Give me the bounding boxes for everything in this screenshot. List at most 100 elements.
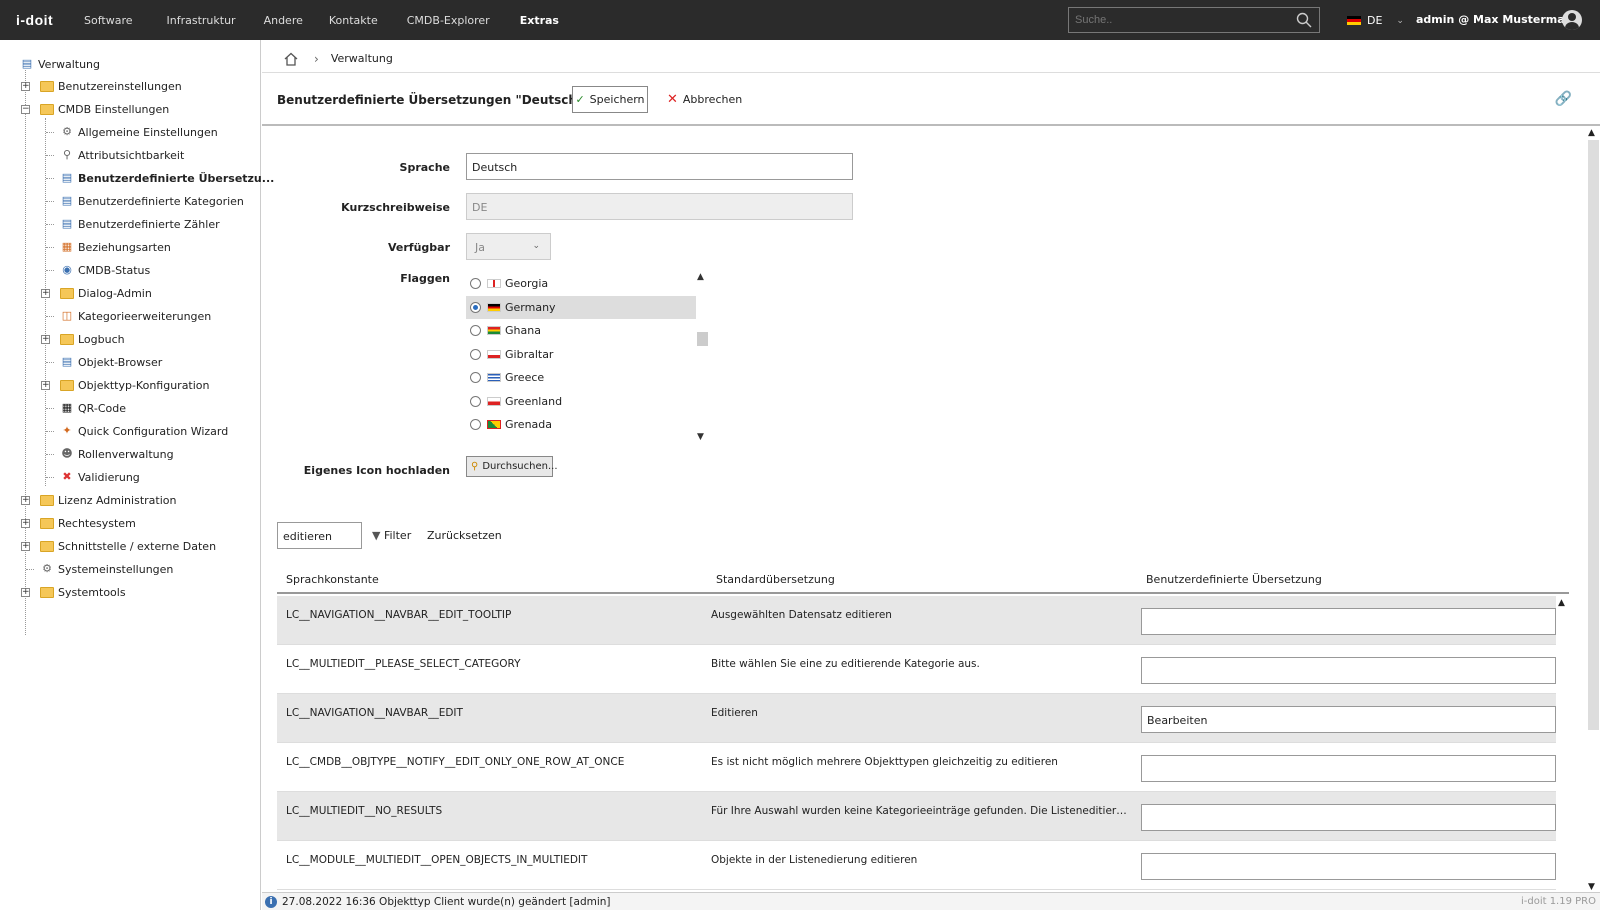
user-name[interactable]: admin @ Max Mustermann <box>1416 13 1580 26</box>
sidebar-item-kategorieerweiterungen[interactable]: ◫ Kategorieerweiterungen <box>60 307 211 325</box>
sidebar-item-quick-configuration-wizard[interactable]: ✦ Quick Configuration Wizard <box>60 422 228 440</box>
info-icon: i <box>265 895 277 908</box>
language-selector[interactable]: DE ⌄ <box>1347 14 1404 27</box>
cancel-button[interactable]: ✕ Abbrechen <box>667 92 742 107</box>
ghana-flag-icon <box>487 326 501 336</box>
flag-option-ghana[interactable]: Ghana <box>466 319 696 343</box>
row-custom-input[interactable]: Bearbeiten <box>1141 706 1556 733</box>
expand-icon[interactable]: + <box>21 588 30 597</box>
scroll-down-icon[interactable]: ▼ <box>697 432 704 442</box>
sidebar-item-objekt-browser[interactable]: ▤ Objekt-Browser <box>60 353 163 371</box>
search-input[interactable] <box>1068 7 1320 33</box>
nav-infrastruktur[interactable]: Infrastruktur <box>167 14 236 27</box>
sidebar-item-beziehungsarten[interactable]: ▦ Beziehungsarten <box>60 238 171 256</box>
filter-input[interactable]: editieren <box>277 522 362 549</box>
radio[interactable] <box>470 372 481 384</box>
nav-software[interactable]: Software <box>84 14 133 27</box>
flag-option-greece[interactable]: Greece <box>466 366 696 390</box>
col-benutzerdefinierte-uebersetzung[interactable]: Benutzerdefinierte Übersetzung <box>1146 573 1322 586</box>
table-scrollbar[interactable]: ▲ <box>1556 596 1570 892</box>
scroll-up-icon[interactable]: ▲ <box>1588 128 1595 138</box>
expand-icon[interactable]: + <box>21 542 30 551</box>
expand-icon[interactable]: + <box>41 381 50 390</box>
save-button[interactable]: ✓ Speichern <box>572 86 648 113</box>
expand-icon[interactable]: + <box>21 496 30 505</box>
category-icon: ▤ <box>61 194 73 207</box>
nav-cmdb-explorer[interactable]: CMDB-Explorer <box>407 14 490 27</box>
app-logo[interactable]: i-doit <box>16 12 74 28</box>
flaggen-label: Flaggen <box>400 272 450 285</box>
expand-icon[interactable]: + <box>21 82 30 91</box>
avatar[interactable] <box>1562 10 1582 30</box>
icon-upload-label: Eigenes Icon hochladen <box>303 464 450 477</box>
main-scrollbar[interactable]: ▲ ▼ <box>1587 128 1600 892</box>
expand-icon[interactable]: + <box>41 335 50 344</box>
flag-option-greenland[interactable]: Greenland <box>466 390 696 414</box>
scroll-thumb[interactable] <box>697 332 708 346</box>
flag-option-grenada[interactable]: Grenada <box>466 413 696 437</box>
verfuegbar-select[interactable]: Ja ⌄ <box>466 233 551 260</box>
sidebar-item-rechtesystem[interactable]: Rechtesystem <box>40 514 136 532</box>
sidebar-item-benutzereinstellungen[interactable]: Benutzereinstellungen <box>40 77 182 95</box>
georgia-flag-icon <box>487 279 501 289</box>
sidebar-item-attributsichtbarkeit[interactable]: ⚲ Attributsichtbarkeit <box>60 146 184 164</box>
sidebar-item-schnittstelle[interactable]: Schnittstelle / externe Daten <box>40 537 216 555</box>
radio[interactable] <box>470 325 481 337</box>
row-custom-input[interactable] <box>1141 804 1556 831</box>
sidebar-item-benutzerdefinierte-zaehler[interactable]: ▤ Benutzerdefinierte Zähler <box>60 215 220 233</box>
greece-flag-icon <box>487 373 501 383</box>
sidebar-item-qr-code[interactable]: ▦ QR-Code <box>60 399 126 417</box>
sidebar-item-benutzerdefinierte-uebersetzungen[interactable]: ▤ Benutzerdefinierte Übersetzu... <box>60 169 275 187</box>
nav-andere[interactable]: Andere <box>264 14 303 27</box>
sidebar-item-lizenz-administration[interactable]: Lizenz Administration <box>40 491 176 509</box>
sidebar-item-validierung[interactable]: ✖ Validierung <box>60 468 139 486</box>
radio[interactable] <box>470 419 481 431</box>
home-icon[interactable] <box>284 52 298 66</box>
flag-list[interactable]: Georgia Germany Ghana Gibraltar Greece G… <box>466 272 709 442</box>
flag-option-germany[interactable]: Germany <box>466 295 696 319</box>
sidebar-item-benutzerdefinierte-kategorien[interactable]: ▤ Benutzerdefinierte Kategorien <box>60 192 244 210</box>
row-custom-input[interactable] <box>1141 657 1556 684</box>
browse-button[interactable]: ⚲ Durchsuchen... <box>466 456 558 477</box>
breadcrumb-current[interactable]: Verwaltung <box>331 52 393 65</box>
scroll-thumb[interactable] <box>1588 140 1599 730</box>
sidebar-item-dialog-admin[interactable]: Dialog-Admin <box>60 284 152 302</box>
radio[interactable] <box>470 278 481 290</box>
row-custom-input[interactable] <box>1141 755 1556 782</box>
expand-icon[interactable]: + <box>41 289 50 298</box>
sidebar-item-rollenverwaltung[interactable]: ☻ Rollenverwaltung <box>60 445 173 463</box>
nav-kontakte[interactable]: Kontakte <box>329 14 378 27</box>
sidebar-item-cmdb-einstellungen[interactable]: CMDB Einstellungen <box>40 100 169 118</box>
radio[interactable] <box>470 395 481 407</box>
radio[interactable] <box>470 348 481 360</box>
sidebar-item-cmdb-status[interactable]: ◉ CMDB-Status <box>60 261 150 279</box>
flag-list-scrollbar[interactable]: ▲ ▼ <box>696 272 709 442</box>
sidebar-item-allgemeine-einstellungen[interactable]: ⚙ Allgemeine Einstellungen <box>60 123 218 141</box>
sidebar-item-logbuch[interactable]: Logbuch <box>60 330 125 348</box>
flag-option-georgia[interactable]: Georgia <box>466 272 696 296</box>
row-custom-input[interactable] <box>1141 853 1556 880</box>
sidebar-item-objekttyp-konfiguration[interactable]: Objekttyp-Konfiguration <box>60 376 210 394</box>
search-icon[interactable] <box>1296 12 1312 28</box>
col-standarduebersetzung[interactable]: Standardübersetzung <box>716 573 835 586</box>
row-custom-input[interactable] <box>1141 608 1556 635</box>
filter-button[interactable]: ▼ Filter <box>372 529 411 542</box>
collapse-icon[interactable]: − <box>21 105 30 114</box>
flag-option-gibraltar[interactable]: Gibraltar <box>466 343 696 367</box>
row-constant: LC__MULTIEDIT__PLEASE_SELECT_CATEGORY <box>286 658 521 670</box>
scroll-up-icon[interactable]: ▲ <box>1558 598 1565 608</box>
sidebar-item-systemeinstellungen[interactable]: ⚙ Systemeinstellungen <box>40 560 173 578</box>
checkmark-icon: ✓ <box>575 93 585 106</box>
nav-extras[interactable]: Extras <box>520 14 559 27</box>
radio-selected[interactable] <box>470 301 481 313</box>
expand-icon[interactable]: + <box>21 519 30 528</box>
row-default: Es ist nicht möglich mehrere Objekttypen… <box>711 756 1058 768</box>
col-sprachkonstante[interactable]: Sprachkonstante <box>286 573 379 586</box>
link-icon[interactable]: 🔗 <box>1555 91 1572 107</box>
scroll-down-icon[interactable]: ▼ <box>1588 882 1595 892</box>
sprache-input[interactable]: Deutsch <box>466 153 853 180</box>
reset-button[interactable]: Zurücksetzen <box>427 529 502 542</box>
tree-root-verwaltung[interactable]: ▤ Verwaltung <box>20 55 100 73</box>
scroll-up-icon[interactable]: ▲ <box>697 272 704 282</box>
sidebar-item-systemtools[interactable]: Systemtools <box>40 583 126 601</box>
